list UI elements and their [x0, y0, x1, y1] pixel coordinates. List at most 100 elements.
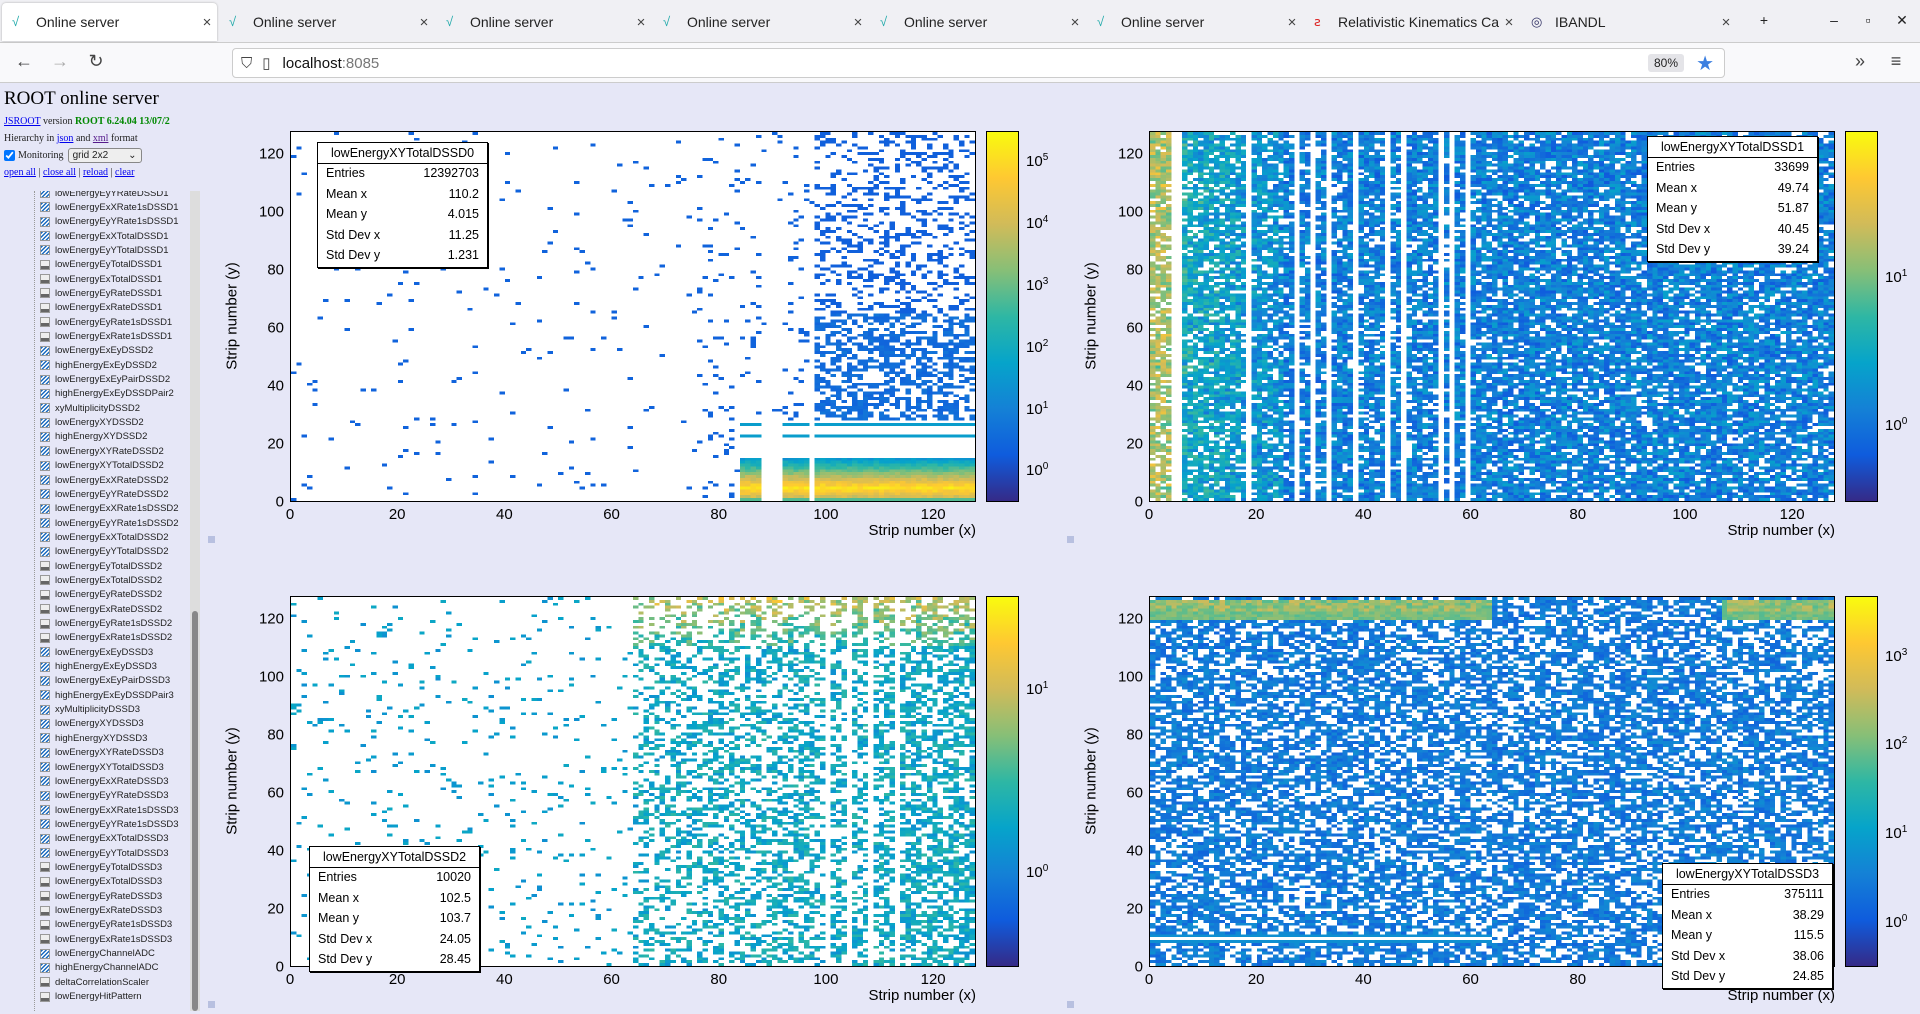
tree-item[interactable]: lowEnergyExEyPairDSSD3 [40, 674, 170, 688]
tree-item[interactable]: lowEnergyExXTotalDSSD1 [40, 229, 169, 243]
tree-item[interactable]: lowEnergyEyTotalDSSD2 [40, 559, 162, 573]
tree-item[interactable]: lowEnergyEyRateDSSD2 [40, 588, 162, 602]
tree-item[interactable]: lowEnergyExXRate1sDSSD2 [40, 502, 179, 516]
tab-close-icon[interactable]: × [414, 14, 434, 31]
stats-box[interactable]: lowEnergyXYTotalDSSD2 Entries 10020 Mean x 1… [309, 846, 480, 972]
bookmark-star-icon[interactable]: ★ [1696, 51, 1714, 76]
tree-item[interactable]: lowEnergyEyRateDSSD1 [40, 286, 162, 300]
tree-item[interactable]: highEnergyExEyDSSDPair2 [40, 387, 174, 401]
resize-handle[interactable] [1067, 536, 1074, 543]
tab-close-icon[interactable]: × [1499, 14, 1519, 31]
reload-icon[interactable]: ↻ [84, 51, 108, 72]
stats-box[interactable]: lowEnergyXYTotalDSSD3 Entries 375111 Mean x… [1662, 863, 1833, 989]
tree-item[interactable]: lowEnergyEyRateDSSD3 [40, 889, 162, 903]
browser-tab[interactable]: ꙅ Relativistic Kinematics Ca × [1304, 3, 1519, 41]
tree-item[interactable]: lowEnergyChannelADC [40, 947, 155, 961]
tree-item[interactable]: xyMultiplicityDSSD2 [40, 401, 140, 415]
tree-item[interactable]: lowEnergyHitPattern [40, 990, 142, 1004]
tree-item[interactable]: lowEnergyEyYRate1sDSSD2 [40, 516, 179, 530]
tree-item[interactable]: lowEnergyExRateDSSD3 [40, 904, 162, 918]
xml-link[interactable]: xml [93, 133, 109, 144]
tree-item[interactable]: lowEnergyExXTotalDSSD2 [40, 530, 169, 544]
stats-box[interactable]: lowEnergyXYTotalDSSD1 Entries 33699 Mean x 4… [1647, 136, 1818, 262]
tree-item[interactable]: lowEnergyExXTotalDSSD3 [40, 832, 169, 846]
tree-item[interactable]: lowEnergyExXRate1sDSSD3 [40, 803, 179, 817]
tree-item[interactable]: lowEnergyXYRateDSSD2 [40, 444, 164, 458]
tree-item[interactable]: lowEnergyExEyPairDSSD2 [40, 373, 170, 387]
tree-item[interactable]: highEnergyChannelADC [40, 961, 159, 975]
tree-item[interactable]: lowEnergyEyYRateDSSD2 [40, 487, 169, 501]
tree-item[interactable]: lowEnergyXYTotalDSSD2 [40, 459, 164, 473]
tab-close-icon[interactable]: × [197, 14, 217, 31]
url-bar[interactable]: ⛉ ▯ localhost:8085 80% ★ [232, 48, 1725, 78]
sidebar-scrollbar[interactable] [190, 191, 200, 1011]
browser-tab[interactable]: √ Online server × [1087, 3, 1302, 41]
tree-item[interactable]: lowEnergyXYDSSD2 [40, 416, 144, 430]
browser-tab[interactable]: √ Online server × [653, 3, 868, 41]
tree-item[interactable]: lowEnergyXYRateDSSD3 [40, 746, 164, 760]
tree-item[interactable]: lowEnergyEyYTotalDSSD2 [40, 545, 169, 559]
browser-tab[interactable]: ◎ IBANDL × [1521, 3, 1736, 41]
tree-item[interactable]: lowEnergyExRate1sDSSD3 [40, 932, 172, 946]
tree-item[interactable]: lowEnergyXYDSSD3 [40, 717, 144, 731]
tree-item[interactable]: highEnergyExEyDSSD2 [40, 358, 157, 372]
tree-item[interactable]: lowEnergyExRate1sDSSD2 [40, 631, 172, 645]
tree-item[interactable]: lowEnergyEyRate1sDSSD3 [40, 918, 172, 932]
layout-select[interactable]: grid 2x2 ⌄ [67, 148, 142, 163]
tree-item[interactable]: lowEnergyEyYTotalDSSD1 [40, 243, 169, 257]
tree-item[interactable]: lowEnergyEyYRateDSSD1 [40, 191, 169, 200]
stats-box[interactable]: lowEnergyXYTotalDSSD0 Entries 12392703 Mean… [317, 142, 488, 268]
tree-item[interactable]: highEnergyExEyDSSD3 [40, 660, 157, 674]
jsroot-link[interactable]: JSROOT [4, 116, 41, 127]
close-window-button[interactable]: ✕ [1892, 12, 1912, 29]
tree-item[interactable]: lowEnergyExXRateDSSD2 [40, 473, 169, 487]
tree-item[interactable]: lowEnergyEyTotalDSSD3 [40, 860, 162, 874]
maximize-button[interactable]: ▫ [1858, 12, 1878, 28]
tree-item[interactable]: lowEnergyExRateDSSD2 [40, 602, 162, 616]
tree-item[interactable]: highEnergyExEyDSSDPair3 [40, 688, 174, 702]
tree-item[interactable]: deltaCorrelationScaler [40, 975, 149, 989]
hamburger-menu-icon[interactable]: ≡ [1884, 51, 1908, 72]
link-clear[interactable]: clear [115, 167, 134, 178]
tree-item[interactable]: lowEnergyExTotalDSSD3 [40, 875, 162, 889]
tree-item[interactable]: lowEnergyExEyDSSD2 [40, 344, 153, 358]
tree-item[interactable]: lowEnergyExRateDSSD1 [40, 301, 162, 315]
tab-close-icon[interactable]: × [848, 14, 868, 31]
tree-item[interactable]: lowEnergyExTotalDSSD1 [40, 272, 162, 286]
zoom-level-button[interactable]: 80% [1647, 54, 1684, 72]
resize-handle[interactable] [208, 536, 215, 543]
tree-item[interactable]: highEnergyXYDSSD2 [40, 430, 147, 444]
tree-item[interactable]: lowEnergyXYTotalDSSD3 [40, 760, 164, 774]
tree-item[interactable]: lowEnergyEyRate1sDSSD2 [40, 617, 172, 631]
tab-close-icon[interactable]: × [631, 14, 651, 31]
tree-item[interactable]: lowEnergyExXRateDSSD3 [40, 774, 169, 788]
tree-item[interactable]: lowEnergyEyYRateDSSD3 [40, 789, 169, 803]
tree-item[interactable]: lowEnergyEyYRate1sDSSD1 [40, 215, 179, 229]
monitoring-checkbox[interactable] [4, 150, 15, 161]
resize-handle[interactable] [1067, 1001, 1074, 1008]
json-link[interactable]: json [57, 133, 74, 144]
overflow-menu-icon[interactable]: » [1848, 51, 1872, 72]
tree-item[interactable]: xyMultiplicityDSSD3 [40, 703, 140, 717]
link-close-all[interactable]: close all [43, 167, 76, 178]
resize-handle[interactable] [208, 1001, 215, 1008]
tree-item[interactable]: lowEnergyExEyDSSD3 [40, 645, 153, 659]
new-tab-button[interactable]: + [1754, 12, 1774, 28]
tree-item[interactable]: highEnergyXYDSSD3 [40, 731, 147, 745]
tab-close-icon[interactable]: × [1282, 14, 1302, 31]
tree-item[interactable]: lowEnergyExTotalDSSD2 [40, 573, 162, 587]
tree-item[interactable]: lowEnergyExXRate1sDSSD1 [40, 200, 179, 214]
back-icon[interactable]: ← [12, 51, 36, 72]
tree-item[interactable]: lowEnergyExRate1sDSSD1 [40, 330, 172, 344]
minimize-button[interactable]: – [1824, 12, 1844, 28]
browser-tab[interactable]: √ Online server × [436, 3, 651, 41]
tab-close-icon[interactable]: × [1065, 14, 1085, 31]
link-reload[interactable]: reload [83, 167, 108, 178]
tree-item[interactable]: lowEnergyEyYRate1sDSSD3 [40, 817, 179, 831]
tree-item[interactable]: lowEnergyEyYTotalDSSD3 [40, 846, 169, 860]
forward-icon[interactable]: → [48, 51, 72, 72]
browser-tab[interactable]: √ Online server × [219, 3, 434, 41]
browser-tab[interactable]: √ Online server × [870, 3, 1085, 41]
tree-item[interactable]: lowEnergyEyRate1sDSSD1 [40, 315, 172, 329]
link-open-all[interactable]: open all [4, 167, 36, 178]
